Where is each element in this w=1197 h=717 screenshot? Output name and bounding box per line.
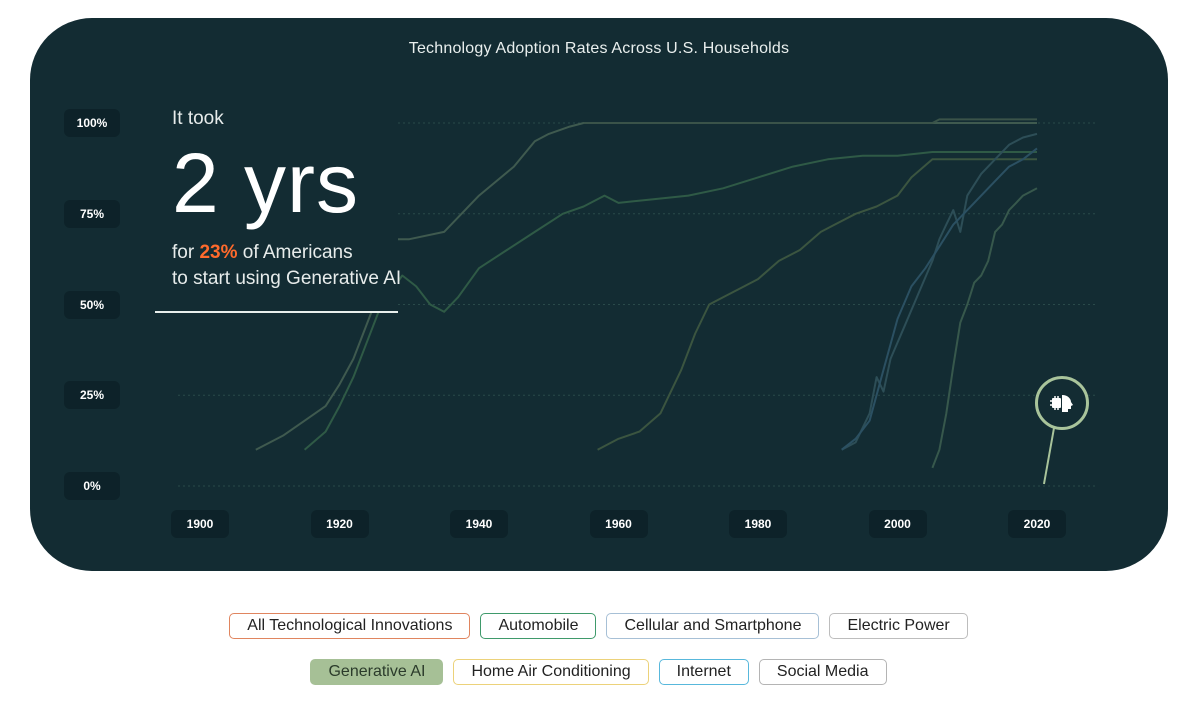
callout-line1: for 23% of Americans (172, 242, 401, 264)
legend-chip-home-air-conditioning[interactable]: Home Air Conditioning (453, 659, 649, 685)
x-tick-label: 1920 (310, 510, 369, 538)
x-tick-label: 2000 (868, 510, 927, 538)
generative-ai-marker[interactable] (1035, 376, 1089, 430)
y-tick-label: 0% (64, 472, 120, 500)
series-line-social-media (931, 187, 1038, 469)
chart-card: Technology Adoption Rates Across U.S. Ho… (30, 18, 1168, 571)
y-tick-label: 100% (64, 109, 120, 137)
x-tick-label: 1900 (171, 510, 229, 538)
x-tick-label: 1980 (729, 510, 787, 538)
legend-row-2: Generative AI Home Air Conditioning Intern… (0, 659, 1197, 685)
y-tick-label: 50% (64, 290, 120, 319)
y-tick-label: 75% (64, 199, 120, 228)
y-tick-label: 25% (64, 381, 120, 410)
legend-chip-electric-power[interactable]: Electric Power (829, 613, 968, 639)
x-tick-label: 1940 (450, 510, 508, 538)
x-tick-label: 1960 (589, 510, 648, 538)
legend-chip-social-media[interactable]: Social Media (758, 659, 887, 685)
chip-head-icon (1050, 395, 1073, 412)
legend-chip-cellular-and-smartphone[interactable]: Cellular and Smartphone (606, 613, 820, 639)
x-tick-label: 2020 (1008, 510, 1066, 538)
callout-big-number: 2 yrs (172, 136, 360, 230)
legend-row-1: All Technological Innovations Automobile C… (0, 613, 1197, 639)
callout-accent: 23% (199, 242, 238, 263)
callout-pre: It took (172, 108, 224, 129)
callout: It took 2 yrs for 23% of Americans to st… (172, 108, 401, 290)
marker-stem (1042, 427, 1055, 485)
callout-divider (155, 311, 398, 313)
legend-chip-all-technological-innovations[interactable]: All Technological Innovations (229, 613, 471, 639)
series-line-automobile (303, 151, 1037, 451)
legend-chip-generative-ai[interactable]: Generative AI (310, 659, 444, 685)
plot-area (155, 110, 1098, 487)
callout-line2: to start using Generative AI (172, 268, 402, 289)
callout-line1-before: for (172, 242, 195, 263)
callout-line1-after: of Americans (242, 242, 353, 263)
legend-chip-automobile[interactable]: Automobile (480, 613, 597, 639)
series-line-cellular-and-smartphone (841, 132, 1038, 451)
legend-chip-internet[interactable]: Internet (658, 659, 749, 685)
